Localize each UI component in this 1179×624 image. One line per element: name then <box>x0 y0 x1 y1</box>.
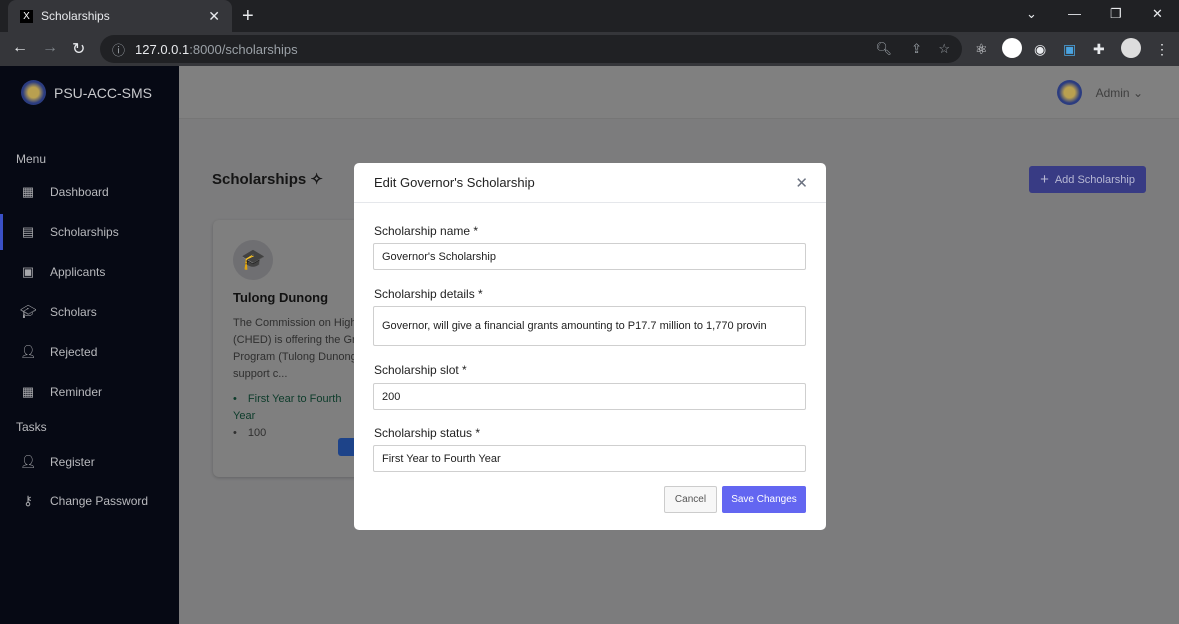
sidebar: PSU-ACC-SMS Menu ▦ Dashboard ▤ Scholarship… <box>0 66 179 624</box>
tab-search-icon[interactable]: ⌄ <box>1026 6 1037 22</box>
sidebar-item-rejected[interactable]: 👤︎ Rejected <box>0 334 179 370</box>
details-label: Scholarship details * <box>374 287 483 301</box>
modal-title: Edit Governor's Scholarship <box>374 175 535 190</box>
sidebar-item-label: Scholarships <box>50 225 119 239</box>
status-label: Scholarship status * <box>374 426 481 440</box>
edit-scholarship-modal: Edit Governor's Scholarship ✕ Scholarship… <box>354 163 826 530</box>
sidebar-item-applicants[interactable]: ▣ Applicants <box>0 254 179 290</box>
document-icon: ▤ <box>21 224 35 239</box>
scholarship-details-input[interactable]: Governor, will give a financial grants a… <box>373 306 806 346</box>
dashboard-icon: ▦ <box>21 184 35 199</box>
url-path: :8000/scholarships <box>189 41 298 57</box>
slot-label: Scholarship slot * <box>374 363 467 377</box>
sidebar-item-label: Reminder <box>50 385 103 399</box>
user-menu[interactable]: Admin ⌄ <box>1056 80 1143 105</box>
card-description: The Commission on Higher Education (CHED… <box>233 317 363 380</box>
close-icon[interactable]: ✕ <box>795 174 808 192</box>
react-devtools-icon[interactable]: ⚛ <box>975 41 988 58</box>
extension-icon[interactable]: ▣ <box>1063 41 1076 58</box>
url-host: 127.0.0.1 <box>135 41 190 57</box>
plus-icon: + <box>1040 171 1049 188</box>
extensions-puzzle-icon[interactable]: ✚ <box>1093 41 1105 58</box>
user-plus-icon: 👤︎ <box>20 454 37 469</box>
key-icon: ⚷ <box>23 493 33 508</box>
new-tab-icon[interactable]: + <box>242 5 254 28</box>
browser-tab[interactable]: X Scholarships ✕ <box>8 0 232 32</box>
psu-logo <box>21 80 46 105</box>
sidebar-item-label: Register <box>50 455 95 469</box>
sidebar-item-label: Dashboard <box>50 185 109 199</box>
menu-kebab-icon[interactable]: ⋮ <box>1155 41 1169 58</box>
share-icon[interactable]: ⇪ <box>911 41 922 57</box>
color-extension-icon[interactable]: ◉ <box>1034 41 1046 58</box>
avatar <box>1056 80 1082 105</box>
id-card-icon: ▣ <box>21 264 35 279</box>
sidebar-item-register[interactable]: 👤︎ Register <box>0 444 179 480</box>
sidebar-item-label: Change Password <box>50 494 149 508</box>
graduation-image: 🎓 <box>233 240 273 280</box>
minimize-icon[interactable]: — <box>1068 6 1081 21</box>
tab-title: Scholarships <box>41 9 110 23</box>
info-icon: ⓘ <box>112 42 126 58</box>
name-label: Scholarship name * <box>374 224 479 238</box>
profile-avatar[interactable] <box>1121 38 1141 58</box>
modal-header: Edit Governor's Scholarship ✕ <box>354 163 826 203</box>
scholarship-card: 🎓 Tulong Dunong The Commission on Higher… <box>213 220 363 477</box>
browser-toolbar: ← → ↻ ⓘ 127.0.0.1:8000/scholarships 🔍︎ ⇪ ☆ … <box>0 32 1179 66</box>
brand: PSU-ACC-SMS <box>21 80 152 105</box>
cancel-button[interactable]: Cancel <box>664 486 717 513</box>
bookmark-star-icon[interactable]: ☆ <box>938 41 950 57</box>
zoom-icon[interactable]: 🔍︎ <box>875 41 892 57</box>
sidebar-item-label: Scholars <box>50 305 97 319</box>
page-title: Scholarships ✧ <box>212 171 323 188</box>
sparkle-icon: ✧ <box>310 171 323 188</box>
tasks-heading: Tasks <box>16 420 47 434</box>
restore-icon[interactable]: ❐ <box>1110 6 1122 22</box>
card-year: First Year to Fourth Year <box>233 391 363 425</box>
sidebar-item-change-password[interactable]: ⚷ Change Password <box>0 483 179 519</box>
top-header: Admin ⌄ <box>179 66 1179 119</box>
close-window-icon[interactable]: ✕ <box>1152 6 1163 22</box>
reload-icon[interactable]: ↻ <box>72 39 85 59</box>
scholarship-slot-input[interactable]: 200 <box>373 383 806 410</box>
calendar-icon: ▦ <box>21 384 35 399</box>
browser-tab-strip: X Scholarships ✕ + ⌄ — ❐ ✕ <box>0 0 1179 32</box>
save-changes-button[interactable]: Save Changes <box>722 486 806 513</box>
sidebar-item-scholars[interactable]: 🎓︎ Scholars <box>0 294 179 330</box>
forward-icon[interactable]: → <box>42 39 58 57</box>
button-label: Add Scholarship <box>1054 173 1135 186</box>
back-icon[interactable]: ← <box>12 39 28 57</box>
scholarship-status-input[interactable]: First Year to Fourth Year <box>373 445 806 472</box>
card-title: Tulong Dunong <box>233 290 329 305</box>
sidebar-item-reminder[interactable]: ▦ Reminder <box>0 374 179 410</box>
sidebar-item-scholarships[interactable]: ▤ Scholarships <box>0 214 179 250</box>
sidebar-item-dashboard[interactable]: ▦ Dashboard <box>0 174 179 210</box>
extension-icon[interactable] <box>1002 38 1022 58</box>
card-details: First Year to Fourth Year 100 <box>233 391 363 442</box>
graduation-cap-icon: 🎓︎ <box>20 304 37 319</box>
menu-heading: Menu <box>16 152 47 166</box>
scholarship-name-input[interactable]: Governor's Scholarship <box>373 243 806 270</box>
address-bar[interactable]: ⓘ 127.0.0.1:8000/scholarships 🔍︎ ⇪ ☆ <box>100 35 962 63</box>
sidebar-item-label: Rejected <box>50 345 98 359</box>
chevron-down-icon: ⌄ <box>1132 85 1143 100</box>
user-name: Admin <box>1095 85 1130 100</box>
user-x-icon: 👤︎ <box>20 344 37 359</box>
add-scholarship-button[interactable]: + Add Scholarship <box>1029 166 1146 193</box>
brand-name: PSU-ACC-SMS <box>54 84 153 101</box>
favicon-icon: X <box>20 9 33 23</box>
sidebar-item-label: Applicants <box>50 265 106 279</box>
close-tab-icon[interactable]: ✕ <box>208 8 220 25</box>
